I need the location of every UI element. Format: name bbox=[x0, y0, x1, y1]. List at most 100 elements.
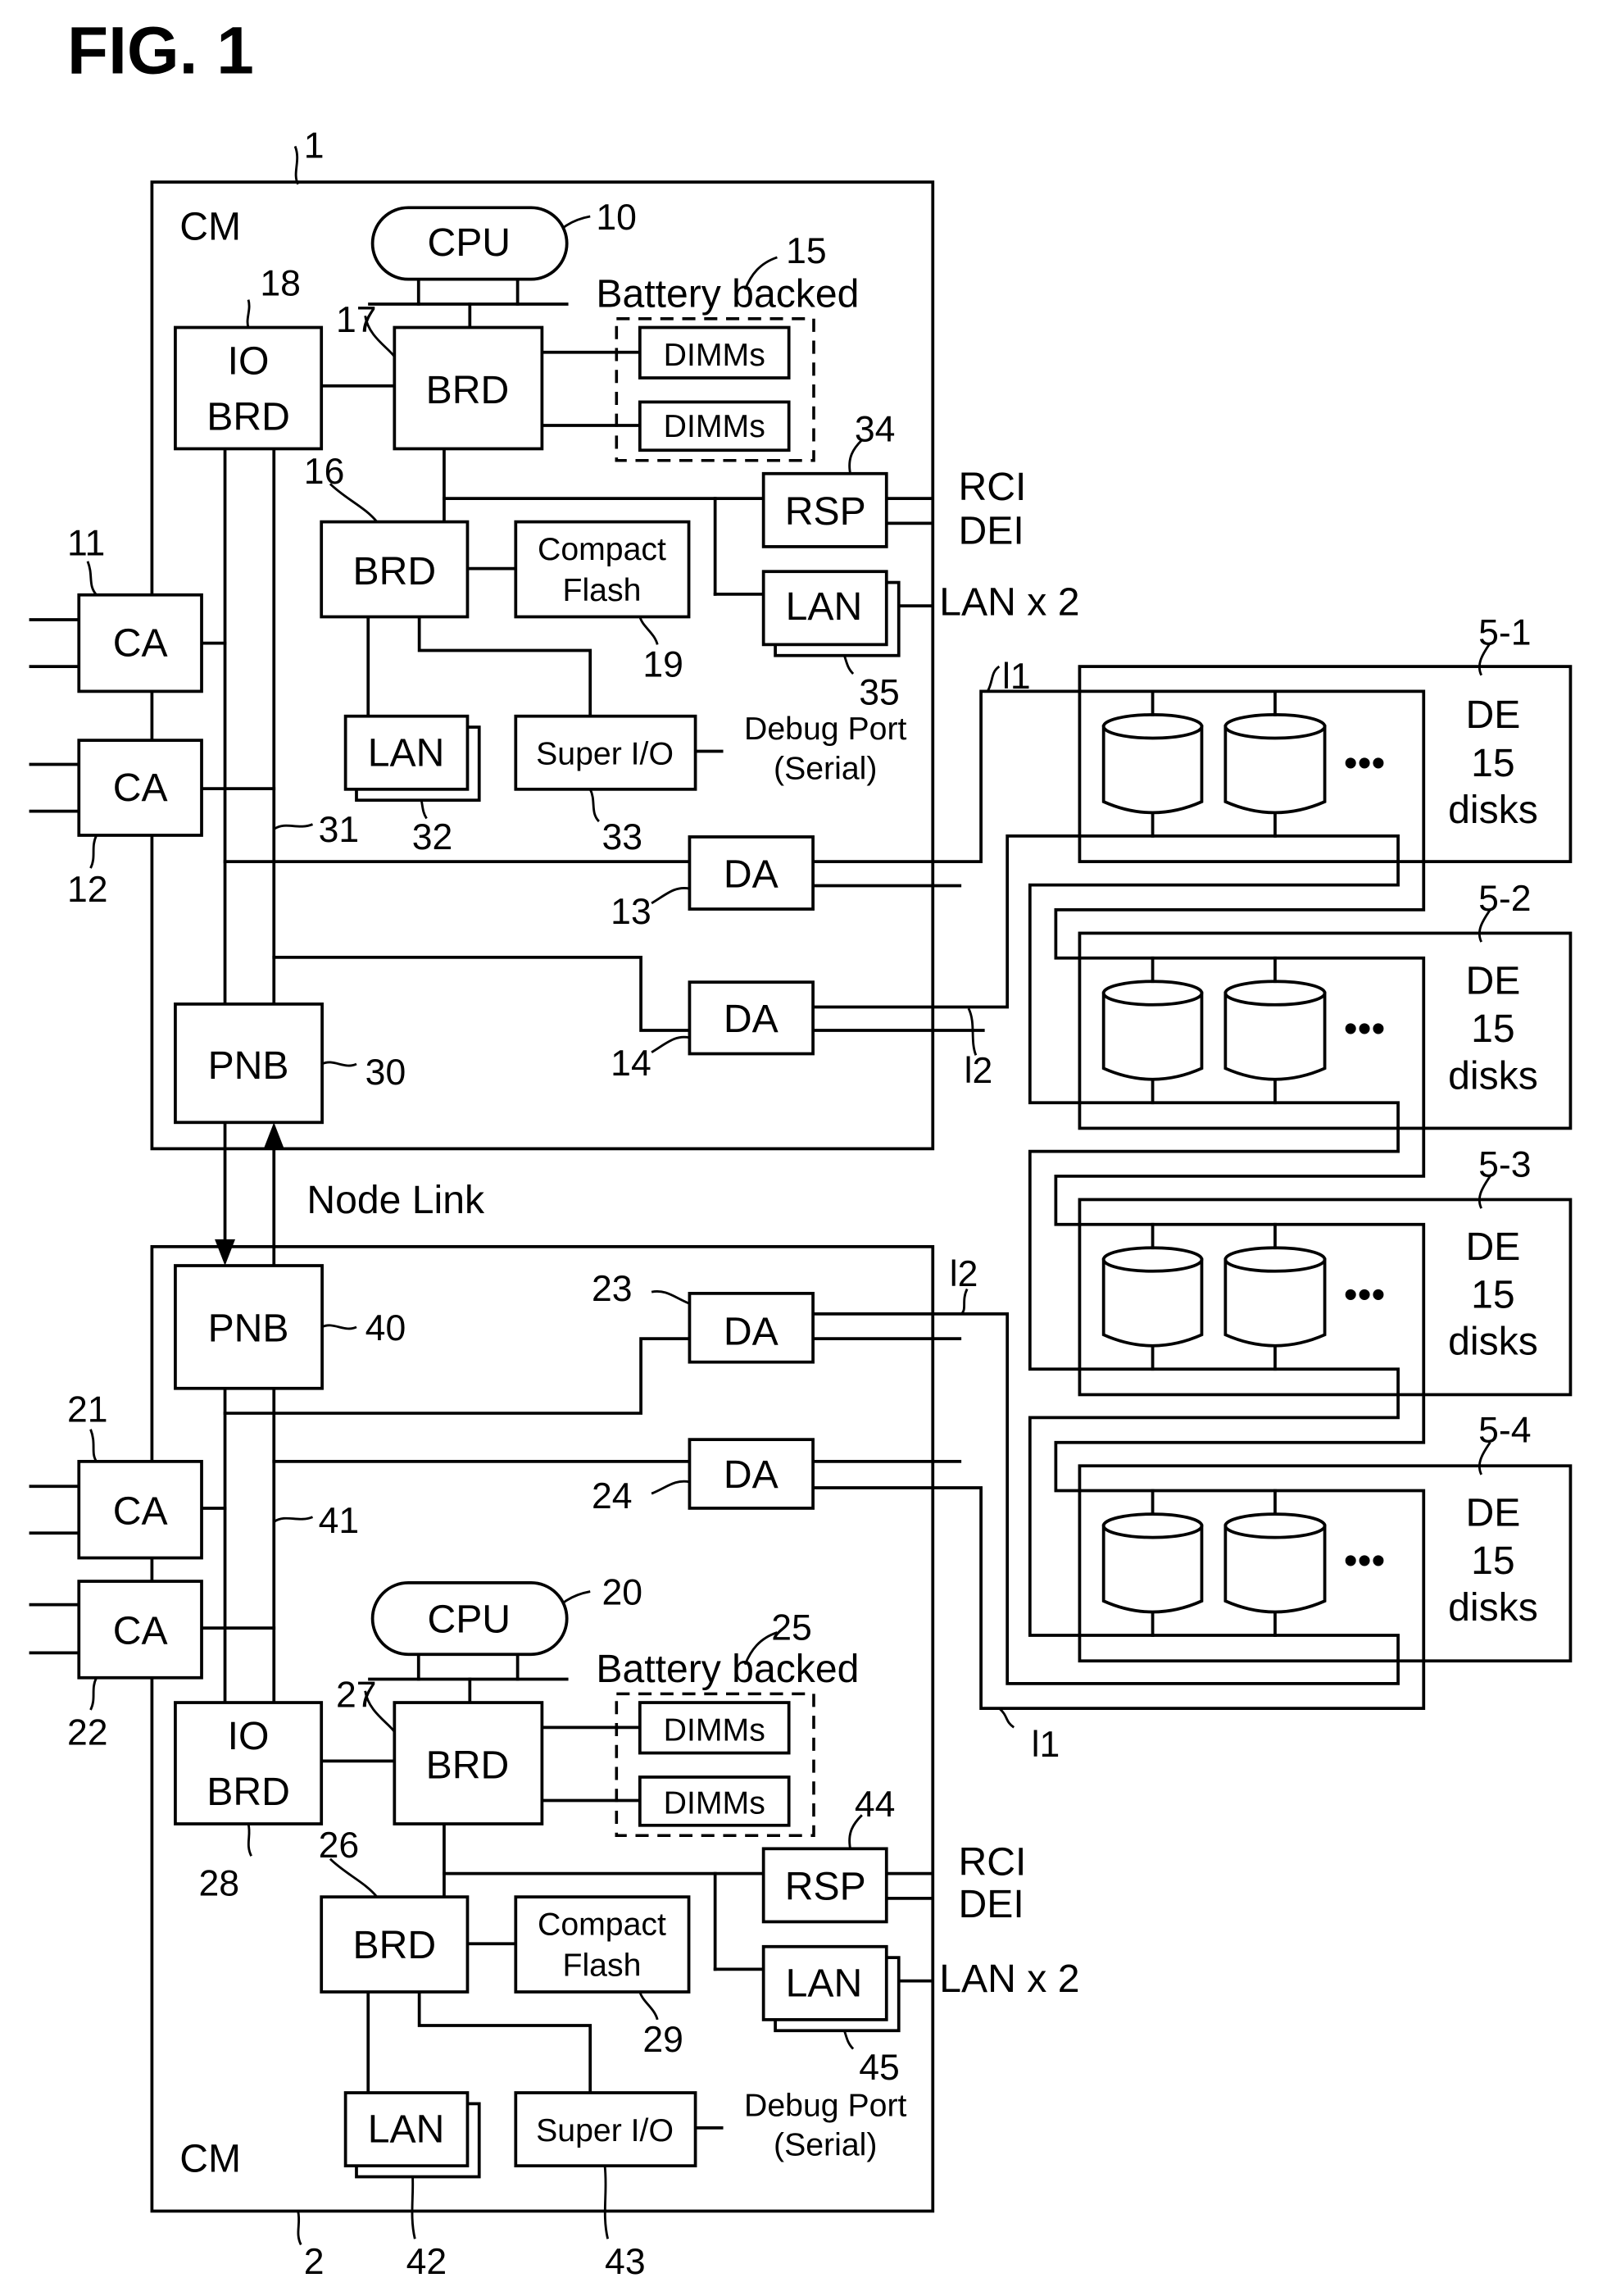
cm2-lan-x2-label: LAN x 2 bbox=[939, 1957, 1079, 2001]
de-3-label-3: disks bbox=[1448, 1320, 1538, 1364]
cm1-debug-port-label-2: (Serial) bbox=[774, 750, 877, 786]
de-3-ref: 5-3 bbox=[1478, 1144, 1531, 1184]
cm1-debug-port-label-1: Debug Port bbox=[744, 711, 906, 747]
cm2-pnb-ref: 40 bbox=[365, 1308, 406, 1348]
cm1-rsp-label: RSP bbox=[785, 489, 866, 534]
cm2-l1-label: l1 bbox=[1032, 1725, 1060, 1765]
cm1-cpu-label: CPU bbox=[427, 221, 511, 265]
cm2-ca-1-ref: 21 bbox=[67, 1390, 108, 1430]
cm1-ca-1-ref: 11 bbox=[67, 524, 105, 564]
cm2-cpu-label: CPU bbox=[427, 1597, 511, 1641]
cm1-pnb-label: PNB bbox=[208, 1043, 289, 1088]
cm1-compact-flash-label-1: Compact bbox=[538, 531, 666, 567]
cm1-super-io-ref: 33 bbox=[601, 817, 642, 857]
cm1-sub-brd-label: BRD bbox=[353, 549, 437, 593]
cm1-super-io-label: Super I/O bbox=[536, 736, 674, 772]
cm2-system-brd-ref: 27 bbox=[336, 1675, 377, 1715]
cm1-dimms-2-label: DIMMs bbox=[664, 408, 765, 444]
cm1-system-brd-ref: 17 bbox=[336, 300, 377, 340]
figure-title: FIG. 1 bbox=[67, 13, 254, 88]
cm1-da-2-ref: 14 bbox=[611, 1043, 651, 1084]
cm2-dei-label: DEI bbox=[958, 1882, 1024, 1926]
cm2-da-1-label: DA bbox=[724, 1309, 779, 1353]
cm1-ref: 1 bbox=[304, 126, 325, 166]
cm2-ca-1-label: CA bbox=[113, 1489, 168, 1534]
de-2-label-2: 15 bbox=[1471, 1007, 1515, 1051]
cm2-da-1-ref: 23 bbox=[592, 1269, 633, 1309]
de-4-ellipsis: ••• bbox=[1344, 1539, 1386, 1583]
de-4-label-3: disks bbox=[1448, 1585, 1538, 1630]
de-3-label-1: DE bbox=[1466, 1225, 1521, 1269]
de-1-ref: 5-1 bbox=[1478, 612, 1531, 652]
cm1-lan-int-label: LAN bbox=[368, 730, 445, 775]
de-1-label-2: 15 bbox=[1471, 741, 1515, 785]
cm2-dimms-1-label: DIMMs bbox=[664, 1712, 765, 1748]
cm2-rsp-label: RSP bbox=[785, 1865, 866, 1909]
cm2-ca-2-ref: 22 bbox=[67, 1713, 108, 1753]
cm2-label: CM bbox=[179, 2136, 241, 2180]
cm1-ca-1-label: CA bbox=[113, 621, 168, 666]
cm2-cpu-ref: 20 bbox=[601, 1573, 642, 1613]
cm2-dimms-2-label: DIMMs bbox=[664, 1785, 765, 1821]
cm2-lan-ext-label: LAN bbox=[786, 1961, 863, 2005]
cm2-ref: 2 bbox=[304, 2242, 325, 2282]
cm1-ca-2-ref: 12 bbox=[67, 870, 108, 910]
cm1-l1-label: l1 bbox=[1002, 657, 1031, 697]
cm2-da-2-label: DA bbox=[724, 1453, 779, 1497]
cm2-system-brd-label: BRD bbox=[426, 1744, 510, 1788]
cm2-rsp-ref: 44 bbox=[855, 1785, 896, 1825]
de-2-label-3: disks bbox=[1448, 1053, 1538, 1098]
cm1-rci-label: RCI bbox=[958, 465, 1026, 509]
cm1-da-2-label: DA bbox=[724, 997, 779, 1041]
cm2-l2-label: l2 bbox=[950, 1254, 978, 1294]
de-3-ellipsis: ••• bbox=[1344, 1273, 1386, 1317]
cm2-rci-label: RCI bbox=[958, 1839, 1026, 1884]
de-2-label-1: DE bbox=[1466, 958, 1521, 1003]
cm1-compact-flash-label-2: Flash bbox=[563, 572, 642, 608]
cm1-lan-x2-label: LAN x 2 bbox=[939, 580, 1079, 625]
cm1-da-1-ref: 13 bbox=[611, 892, 651, 932]
de-4-label-2: 15 bbox=[1471, 1539, 1515, 1583]
cm1-io-brd-ref: 18 bbox=[260, 263, 301, 303]
cm2-lan-ext-ref: 45 bbox=[859, 2048, 900, 2088]
cm2-debug-port-label-2: (Serial) bbox=[774, 2127, 877, 2163]
de-4-ref: 5-4 bbox=[1478, 1411, 1531, 1451]
cm2-lan-int-label: LAN bbox=[368, 2107, 445, 2152]
de-2-ref: 5-2 bbox=[1478, 879, 1531, 919]
cm2-bus-ref: 41 bbox=[319, 1501, 360, 1541]
cm2-da-2-ref: 24 bbox=[592, 1476, 633, 1516]
cm2-battery-ref: 25 bbox=[771, 1607, 812, 1648]
cm1-io-brd-label-2: BRD bbox=[207, 394, 290, 439]
cm1-compact-flash-ref: 19 bbox=[642, 645, 683, 685]
cm1-label: CM bbox=[179, 205, 241, 249]
cm1-pnb-ref: 30 bbox=[365, 1053, 406, 1093]
cm1-lan-ext-ref: 35 bbox=[859, 672, 900, 712]
cm1-cpu-ref: 10 bbox=[596, 198, 637, 238]
cm1-da-1-label: DA bbox=[724, 852, 779, 896]
cm1-battery-label: Battery backed bbox=[596, 272, 859, 316]
cm1-dei-label: DEI bbox=[958, 508, 1024, 552]
cm1-bus-ref: 31 bbox=[319, 810, 360, 850]
cm2-compact-flash-label-1: Compact bbox=[538, 1906, 666, 1942]
cm1-lan-int-ref: 32 bbox=[412, 817, 453, 857]
node-link-label: Node Link bbox=[306, 1178, 485, 1222]
cm1-lan-ext-label: LAN bbox=[786, 584, 863, 629]
cm1-dimms-1-label: DIMMs bbox=[664, 337, 765, 373]
cm2-battery-label: Battery backed bbox=[596, 1647, 859, 1691]
cm2-debug-port-label-1: Debug Port bbox=[744, 2088, 906, 2124]
cm1-ca-2-label: CA bbox=[113, 766, 168, 810]
cm2-ca-2-label: CA bbox=[113, 1609, 168, 1653]
de-2-ellipsis: ••• bbox=[1344, 1007, 1386, 1051]
cm1-battery-ref: 15 bbox=[786, 231, 827, 271]
de-4-label-1: DE bbox=[1466, 1490, 1521, 1534]
cm1-system-brd-label: BRD bbox=[426, 368, 510, 412]
cm1-io-brd-label-1: IO bbox=[228, 339, 270, 384]
cm1-rsp-ref: 34 bbox=[855, 410, 896, 450]
cm2-io-brd-label-1: IO bbox=[228, 1714, 270, 1758]
cm2-compact-flash-label-2: Flash bbox=[563, 1947, 642, 1983]
de-1-label-1: DE bbox=[1466, 693, 1521, 737]
cm2-super-io-label: Super I/O bbox=[536, 2112, 674, 2148]
cm2-io-brd-ref: 28 bbox=[198, 1863, 239, 1903]
cm2-lan-int-ref: 42 bbox=[406, 2242, 447, 2282]
cm1-l2-label: l2 bbox=[965, 1051, 993, 1091]
